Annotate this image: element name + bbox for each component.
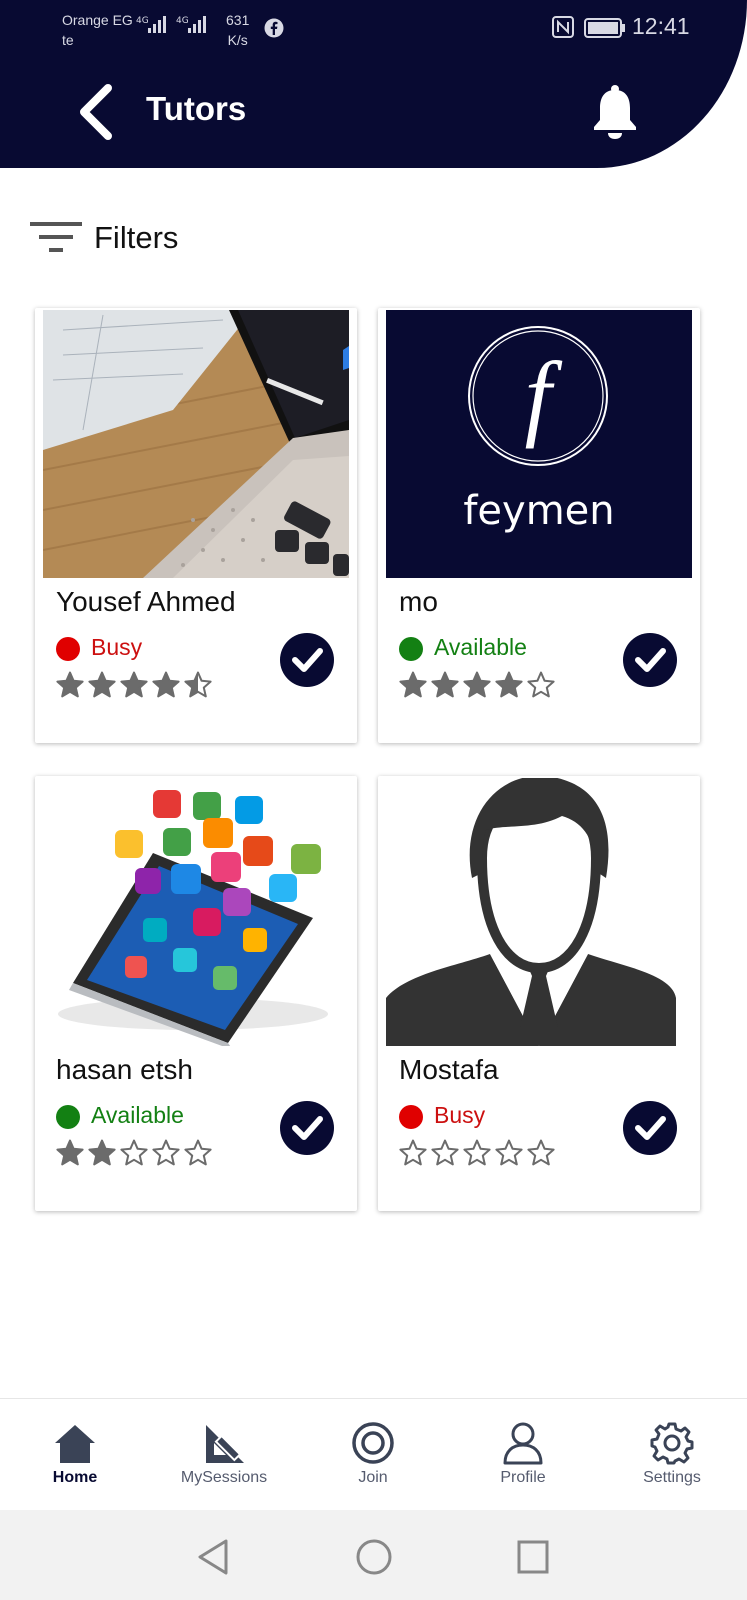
signal-icon: 4G 4G — [136, 16, 206, 33]
profile-icon — [503, 1422, 543, 1465]
system-recents-icon[interactable] — [516, 1538, 550, 1576]
tutor-card[interactable]: Yousef Ahmed Busy — [35, 308, 357, 743]
star-half-icon — [184, 671, 212, 698]
status-dot — [56, 1105, 80, 1129]
star-filled-icon — [152, 671, 180, 698]
star-filled-icon — [56, 671, 84, 698]
tutor-name: mo — [399, 586, 438, 617]
star-filled-icon — [431, 671, 459, 698]
set-square-icon — [206, 1425, 244, 1463]
status-dot — [399, 1105, 423, 1129]
system-home-icon[interactable] — [355, 1538, 393, 1576]
nav-label: Profile — [500, 1469, 546, 1486]
star-filled-icon — [120, 671, 148, 698]
star-empty-icon — [527, 671, 555, 698]
star-empty-icon — [495, 1139, 523, 1166]
gear-icon — [650, 1422, 694, 1465]
nav-label: MySessions — [180, 1469, 268, 1486]
battery-icon — [584, 18, 625, 38]
svg-text:4G: 4G — [176, 16, 189, 26]
rating-stars — [56, 671, 212, 699]
star-filled-icon — [495, 671, 523, 698]
phone-apps-image — [43, 778, 349, 1046]
star-empty-icon — [184, 1139, 212, 1166]
svg-text:4G: 4G — [136, 16, 149, 26]
star-filled-icon — [88, 1139, 116, 1166]
select-check-button[interactable] — [623, 1101, 677, 1155]
nav-label: Join — [358, 1469, 388, 1486]
clock: 12:41 — [632, 13, 690, 39]
filter-icon — [30, 222, 82, 252]
join-circle-icon — [352, 1422, 394, 1464]
logo-text: feymen — [463, 488, 614, 534]
star-empty-icon — [463, 1139, 491, 1166]
nav-home[interactable]: Home — [15, 1421, 135, 1487]
check-icon — [292, 1116, 323, 1140]
carrier-label: Orange EG te — [62, 12, 133, 48]
nfc-icon — [552, 16, 574, 38]
page-title: Tutors — [146, 90, 247, 127]
nav-settings[interactable]: Settings — [612, 1421, 732, 1487]
tutor-card[interactable]: Mostafa Busy — [378, 776, 700, 1211]
star-empty-icon — [527, 1139, 555, 1166]
back-chevron-icon[interactable] — [74, 84, 124, 140]
facebook-icon — [264, 18, 284, 38]
status-dot — [56, 637, 80, 661]
star-filled-icon — [399, 671, 427, 698]
tutor-name: Yousef Ahmed — [56, 586, 236, 617]
network-speed: 631 K/s — [226, 12, 250, 48]
star-filled-icon — [56, 1139, 84, 1166]
check-icon — [635, 648, 666, 672]
tutor-name: Mostafa — [399, 1054, 499, 1085]
laptop-photo — [43, 310, 349, 578]
notification-bell-icon[interactable] — [592, 84, 638, 140]
tutor-status: Available — [434, 634, 527, 660]
tutor-card[interactable]: hasan etsh Available — [35, 776, 357, 1211]
nav-mysessions[interactable]: MySessions — [164, 1421, 284, 1487]
star-filled-icon — [463, 671, 491, 698]
tutor-card[interactable]: f feymen mo Available — [378, 308, 700, 743]
system-nav-bar — [0, 1510, 747, 1600]
tutor-status: Busy — [434, 1102, 486, 1128]
rating-stars — [399, 671, 555, 699]
rating-stars — [56, 1139, 212, 1167]
star-empty-icon — [399, 1139, 427, 1166]
nav-join[interactable]: Join — [313, 1421, 433, 1487]
nav-label: Settings — [643, 1469, 701, 1486]
star-filled-icon — [88, 671, 116, 698]
rating-stars — [399, 1139, 555, 1167]
tutor-status: Busy — [91, 634, 143, 660]
nav-profile[interactable]: Profile — [463, 1421, 583, 1487]
status-bar: Orange EG te 4G 4G 631 K/s 12:41 — [0, 0, 747, 56]
check-icon — [635, 1116, 666, 1140]
select-check-button[interactable] — [280, 633, 334, 687]
star-empty-icon — [120, 1139, 148, 1166]
nav-label: Home — [52, 1469, 98, 1486]
home-icon — [55, 1425, 95, 1463]
bottom-nav: Home MySessions Join Profile Settings — [0, 1398, 747, 1511]
star-empty-icon — [431, 1139, 459, 1166]
system-back-icon[interactable] — [196, 1538, 230, 1576]
select-check-button[interactable] — [280, 1101, 334, 1155]
status-dot — [399, 637, 423, 661]
check-icon — [292, 648, 323, 672]
tutor-name: hasan etsh — [56, 1054, 193, 1085]
avatar-silhouette — [386, 778, 692, 1046]
star-empty-icon — [152, 1139, 180, 1166]
feymen-logo: f feymen — [386, 310, 692, 578]
tutor-status: Available — [91, 1102, 184, 1128]
filters-label: Filters — [94, 220, 179, 255]
select-check-button[interactable] — [623, 633, 677, 687]
